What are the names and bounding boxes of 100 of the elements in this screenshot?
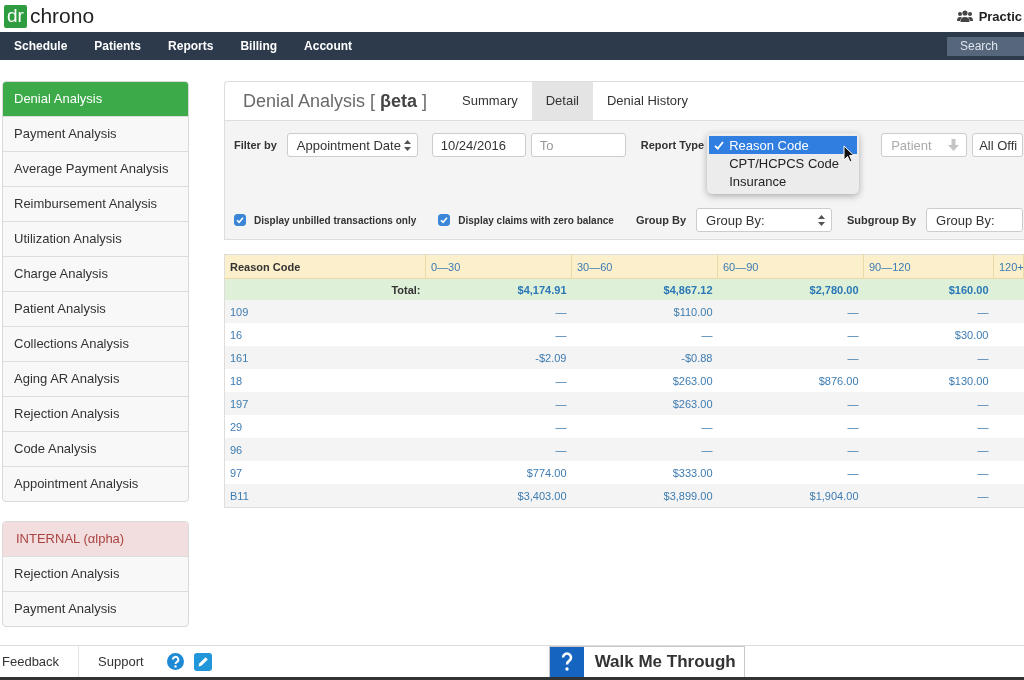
table-cell: — (717, 323, 864, 346)
menu-option[interactable]: CPT/HCPCS Code (709, 154, 858, 172)
table-cell: — (863, 484, 994, 508)
date-type-select[interactable]: Appointment Date (286, 133, 418, 157)
table-cell: — (863, 392, 994, 415)
table-cell: — (717, 415, 864, 438)
check-icon (714, 140, 725, 150)
sidebar-item[interactable]: Payment Analysis (3, 116, 188, 151)
checkbox-label: Display unbilled transactions only (254, 214, 417, 226)
help-icon[interactable] (166, 653, 184, 670)
checkbox[interactable] (438, 214, 451, 226)
sidebar-item[interactable]: Rejection Analysis (3, 396, 188, 431)
nav-item[interactable]: Billing (240, 39, 278, 53)
sidebar-item[interactable]: Patient Analysis (3, 291, 188, 326)
down-arrow-icon (948, 139, 960, 151)
select-arrows-icon (403, 139, 411, 151)
start-date-field[interactable]: 10/24/2016 (431, 133, 526, 157)
group-by-select[interactable]: Group By: (696, 208, 832, 232)
report-title: Denial Analysis [ βeta ] (242, 90, 428, 112)
filter-label: Report Type (640, 139, 705, 151)
table-cell: $876.00 (717, 369, 864, 392)
table-cell: $263.00 (571, 369, 718, 392)
table-cell: — (717, 438, 864, 461)
sidebar-item[interactable]: Aging AR Analysis (3, 361, 188, 396)
table-cell: $130.00 (863, 369, 994, 392)
mouse-pointer-icon (843, 145, 856, 163)
table-cell: — (571, 438, 718, 461)
nav-item[interactable]: Account (304, 39, 353, 53)
walk-me-through-button[interactable]: Walk Me Through (548, 646, 745, 677)
tab[interactable]: Detail (531, 82, 593, 120)
nav-item[interactable]: Schedule (14, 39, 68, 53)
tab[interactable]: Denial History (593, 82, 702, 120)
filter-label: Subgroup By (847, 214, 917, 226)
section-header: INTERNAL (αlpha) (3, 522, 188, 556)
table-cell: — (571, 323, 718, 346)
reason-code-link[interactable]: 29 (230, 420, 243, 433)
office-select[interactable]: All Offi (972, 133, 1023, 157)
support-link[interactable]: Support (98, 654, 144, 669)
table-cell: $1,904.00 (717, 484, 864, 508)
sidebar-item[interactable]: Utilization Analysis (3, 221, 188, 256)
table-cell: $263.00 (571, 392, 718, 415)
sidebar-item[interactable]: Average Payment Analysis (3, 151, 188, 186)
table-cell: — (425, 300, 572, 323)
column-header[interactable]: 30—60 (571, 254, 718, 279)
table-cell: — (425, 323, 572, 346)
column-header[interactable]: 60—90 (717, 254, 864, 279)
nav-item[interactable]: Reports (168, 39, 214, 53)
sidebar-item[interactable]: Appointment Analysis (3, 466, 188, 501)
column-header[interactable]: 90—120 (863, 254, 994, 279)
menu-option[interactable]: Reason Code (709, 136, 858, 154)
table-cell: — (425, 392, 572, 415)
checkbox[interactable] (234, 214, 246, 226)
question-mark-icon (560, 652, 573, 672)
reason-code-link[interactable]: 18 (230, 374, 243, 387)
table-cell: $110.00 (571, 300, 718, 323)
sidebar-item[interactable]: Rejection Analysis (3, 556, 188, 591)
table-cell: $3,899.00 (571, 484, 718, 508)
reason-code-link[interactable]: 97 (230, 466, 243, 479)
table-cell: — (863, 438, 994, 461)
sidebar-item[interactable]: Collections Analysis (3, 326, 188, 361)
sidebar-item[interactable]: Code Analysis (3, 431, 188, 466)
menu-option[interactable]: Insurance (709, 172, 858, 190)
reason-code-link[interactable]: 16 (230, 328, 243, 341)
sidebar-item[interactable]: Charge Analysis (3, 256, 188, 291)
table-cell: $333.00 (571, 461, 718, 484)
reason-code-link[interactable]: 161 (230, 351, 249, 364)
column-header[interactable]: 0—30 (425, 254, 572, 279)
search-field[interactable]: Search (947, 36, 1024, 56)
reason-code-link[interactable]: B11 (230, 489, 249, 502)
patient-field[interactable]: Patient (881, 133, 968, 157)
column-header[interactable]: 120+ (993, 254, 1024, 279)
reason-code-link[interactable]: 109 (230, 305, 249, 318)
table-cell: — (571, 415, 718, 438)
tab[interactable]: Summary (448, 82, 532, 120)
nav-item[interactable]: Patients (94, 39, 142, 53)
select-arrows-icon (818, 214, 825, 226)
feedback-link[interactable]: Feedback (2, 654, 60, 669)
table-cell: — (425, 438, 572, 461)
filter-label: Group By (635, 214, 686, 226)
logo-text: chrono (29, 4, 95, 28)
table-cell: $774.00 (425, 461, 572, 484)
subgroup-by-select[interactable]: Group By: (926, 208, 1023, 232)
table-cell: — (717, 346, 864, 369)
column-header[interactable]: Reason Code (224, 254, 426, 279)
table-cell: — (863, 300, 994, 323)
sidebar-item[interactable]: Payment Analysis (3, 591, 188, 626)
table-cell: — (863, 346, 994, 369)
filter-label: Filter by (234, 139, 277, 151)
reason-code-link[interactable]: 197 (230, 397, 249, 410)
table-cell: -$0.88 (571, 346, 718, 369)
practice-menu[interactable]: Practic (978, 8, 1024, 24)
table-cell: — (717, 461, 864, 484)
end-date-field[interactable]: To (530, 133, 626, 157)
pencil-icon[interactable] (193, 652, 212, 671)
table-cell: $3,403.00 (425, 484, 572, 508)
table-cell: — (425, 415, 572, 438)
logo-mark: dr (4, 4, 27, 28)
sidebar-item[interactable]: Reimbursement Analysis (3, 186, 188, 221)
table-cell: -$2.09 (425, 346, 572, 369)
reason-code-link[interactable]: 96 (230, 443, 243, 456)
